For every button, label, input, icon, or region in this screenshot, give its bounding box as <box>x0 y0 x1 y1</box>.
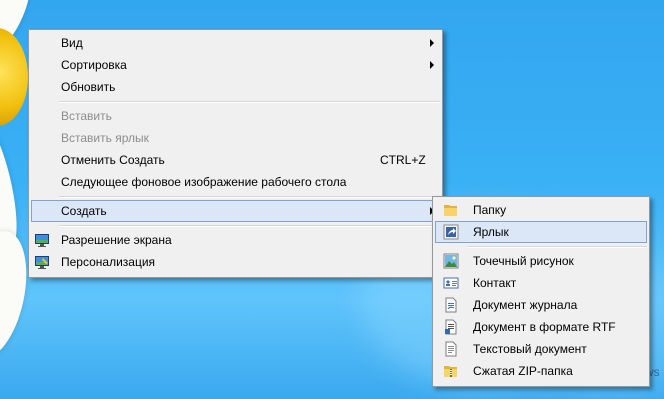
menu-item-paste[interactable]: Вставить <box>31 105 440 127</box>
menu-item-undo-create[interactable]: Отменить Создать CTRL+Z <box>31 149 440 171</box>
menu-item-label: Отменить Создать <box>61 153 165 167</box>
menu-item-refresh[interactable]: Обновить <box>31 76 440 98</box>
submenu-arrow-icon <box>430 39 434 47</box>
rtf-document-icon <box>445 319 457 335</box>
submenu-item-label: Ярлык <box>473 225 509 239</box>
menu-item-create[interactable]: Создать <box>31 200 440 222</box>
menu-separator <box>59 196 440 198</box>
menu-item-screen-resolution[interactable]: Разрешение экрана <box>31 229 440 251</box>
menu-separator <box>59 101 440 103</box>
create-submenu: Папку Ярлык Точечный рисунок Контакт Док… <box>432 196 650 387</box>
journal-document-icon <box>445 297 457 313</box>
shortcut-icon <box>443 224 459 240</box>
menu-item-label: Вставить ярлык <box>61 131 149 145</box>
menu-item-sort[interactable]: Сортировка <box>31 54 440 76</box>
submenu-item-folder[interactable]: Папку <box>435 199 647 221</box>
submenu-item-label: Сжатая ZIP-папка <box>473 364 573 378</box>
submenu-item-zip[interactable]: Сжатая ZIP-папка <box>435 360 647 382</box>
submenu-item-label: Текстовый документ <box>473 342 587 356</box>
menu-item-label: Следующее фоновое изображение рабочего с… <box>61 175 347 189</box>
submenu-item-text[interactable]: Текстовый документ <box>435 338 647 360</box>
submenu-item-journal[interactable]: Документ журнала <box>435 294 647 316</box>
zip-folder-icon <box>444 366 457 377</box>
menu-item-label: Вид <box>61 36 83 50</box>
menu-item-label: Сортировка <box>61 58 127 72</box>
bitmap-image-icon <box>443 253 459 269</box>
flower-center <box>0 28 28 126</box>
submenu-item-rtf[interactable]: Документ в формате RTF <box>435 316 647 338</box>
submenu-item-label: Точечный рисунок <box>473 254 574 268</box>
menu-item-label: Создать <box>61 204 107 218</box>
submenu-item-bitmap[interactable]: Точечный рисунок <box>435 250 647 272</box>
menu-item-paste-shortcut[interactable]: Вставить ярлык <box>31 127 440 149</box>
personalize-monitor-icon <box>35 256 49 269</box>
menu-separator <box>59 225 440 227</box>
desktop-context-menu: Вид Сортировка Обновить Вставить Вставит… <box>28 29 443 278</box>
submenu-item-contact[interactable]: Контакт <box>435 272 647 294</box>
submenu-arrow-icon <box>430 61 434 69</box>
menu-item-shortcut: CTRL+Z <box>380 153 426 167</box>
contact-card-icon <box>443 277 459 289</box>
folder-icon <box>444 205 457 216</box>
menu-item-label: Разрешение экрана <box>61 233 172 247</box>
submenu-item-shortcut[interactable]: Ярлык <box>435 221 647 243</box>
menu-separator <box>467 246 647 248</box>
monitor-icon <box>35 234 49 247</box>
menu-item-label: Персонализация <box>61 255 156 269</box>
menu-item-next-wallpaper[interactable]: Следующее фоновое изображение рабочего с… <box>31 171 440 193</box>
submenu-item-label: Документ журнала <box>473 298 578 312</box>
submenu-item-label: Документ в формате RTF <box>473 320 616 334</box>
menu-item-view[interactable]: Вид <box>31 32 440 54</box>
submenu-item-label: Контакт <box>473 276 517 290</box>
menu-item-label: Обновить <box>61 80 116 94</box>
menu-item-label: Вставить <box>61 109 112 123</box>
menu-item-personalization[interactable]: Персонализация <box>31 251 440 273</box>
submenu-item-label: Папку <box>473 203 507 217</box>
text-document-icon <box>445 341 457 357</box>
